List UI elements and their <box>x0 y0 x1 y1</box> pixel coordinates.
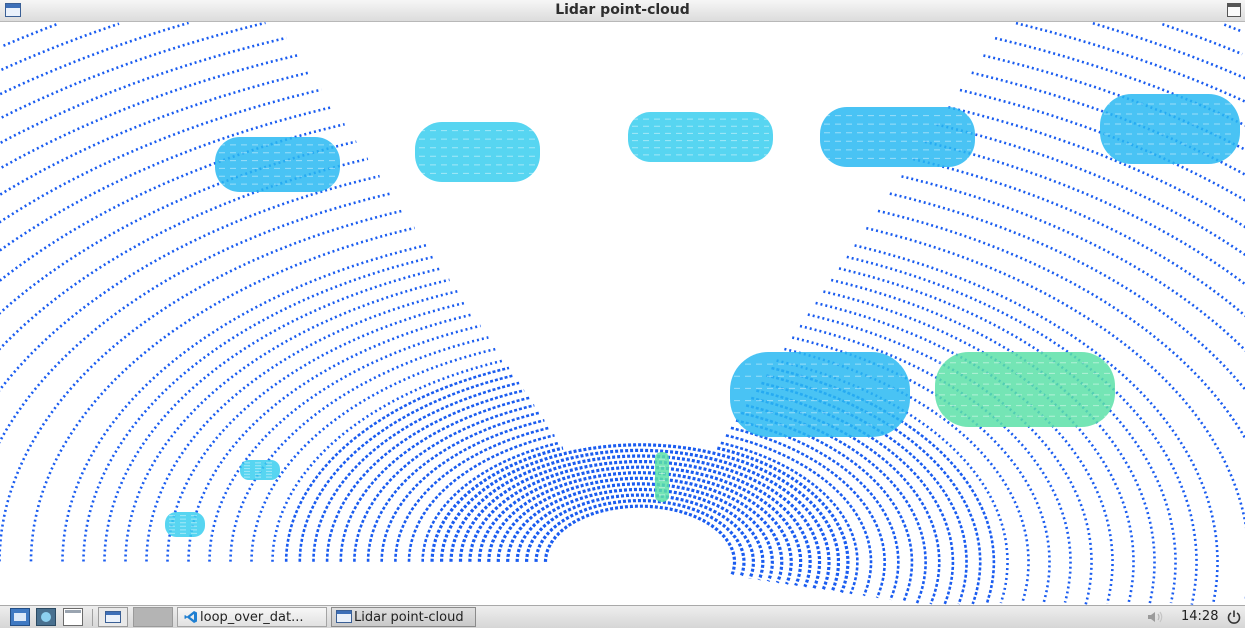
show-desktop-button[interactable] <box>98 607 128 627</box>
window-titlebar: Lidar point-cloud <box>0 0 1245 22</box>
scan-ring <box>0 140 1245 315</box>
object-cluster <box>165 512 205 537</box>
object-cluster <box>935 352 1115 427</box>
workspace-switcher[interactable] <box>133 607 173 627</box>
scan-ring <box>0 157 1245 351</box>
object-cluster <box>215 137 340 192</box>
point-cloud-viewer[interactable] <box>0 22 1245 605</box>
terminal-icon[interactable] <box>63 608 83 626</box>
object-cluster <box>628 112 773 162</box>
scan-ring <box>543 504 737 577</box>
scan-ring <box>0 88 1245 224</box>
network-icon[interactable] <box>36 608 56 626</box>
scan-ring <box>534 499 746 578</box>
task-label: Lidar point-cloud <box>354 610 464 625</box>
power-icon[interactable] <box>1226 609 1242 625</box>
scan-ring <box>421 441 859 595</box>
scan-ring <box>468 460 812 588</box>
window-title: Lidar point-cloud <box>555 2 690 18</box>
object-cluster <box>820 107 975 167</box>
scan-ring <box>0 22 1245 120</box>
scan-ring <box>0 36 1245 145</box>
scan-ring <box>0 71 1245 196</box>
detected-objects <box>165 94 1240 537</box>
scan-ring <box>440 443 841 592</box>
task-label: loop_over_dat... <box>200 610 304 625</box>
point-cloud-canvas[interactable] <box>0 22 1245 605</box>
maximize-button[interactable] <box>1227 3 1241 17</box>
object-cluster <box>240 460 280 480</box>
vscode-icon <box>184 611 197 623</box>
object-cluster <box>1100 94 1240 164</box>
scan-ring <box>0 22 1245 96</box>
scan-ring <box>2 22 1243 47</box>
scan-ring <box>0 105 1245 252</box>
taskbar: loop_over_dat... Lidar point-cloud 14:28 <box>0 605 1245 628</box>
scan-ring <box>380 419 900 601</box>
volume-icon[interactable] <box>1146 610 1166 624</box>
task-button-lidar[interactable]: Lidar point-cloud <box>331 607 476 627</box>
object-cluster <box>730 352 910 437</box>
scan-ring <box>166 301 1114 605</box>
clock[interactable]: 14:28 <box>1181 609 1218 624</box>
window-icon <box>336 610 352 623</box>
desktop-icon <box>105 611 121 623</box>
task-button-vscode[interactable]: loop_over_dat... <box>177 607 327 627</box>
taskbar-separator <box>92 609 93 626</box>
file-manager-icon[interactable] <box>10 608 30 626</box>
object-cluster <box>415 122 540 182</box>
object-cluster <box>655 452 669 502</box>
